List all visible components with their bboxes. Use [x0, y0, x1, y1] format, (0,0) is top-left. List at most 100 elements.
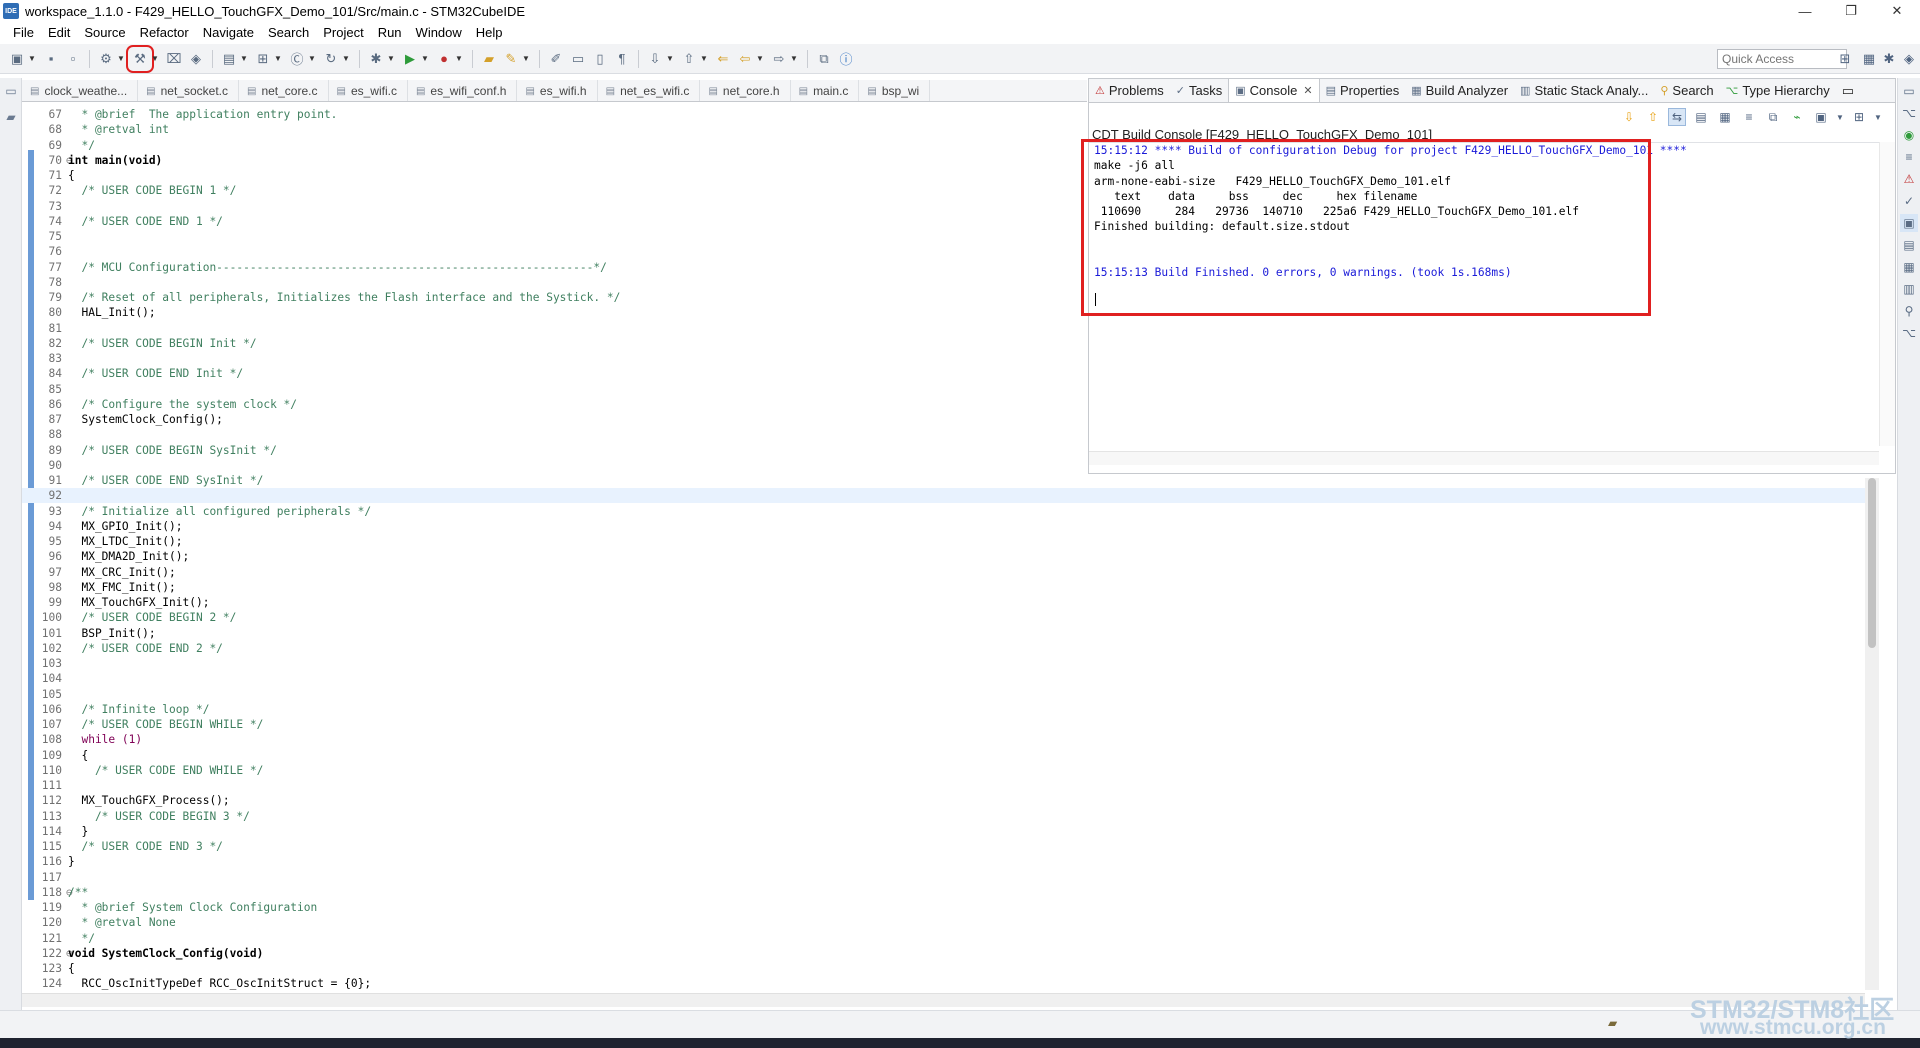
code-line[interactable]: 91 /* USER CODE END SysInit */	[22, 473, 1872, 488]
hammer-icon[interactable]: ⚒	[126, 44, 154, 73]
code-line[interactable]: 119 * @brief System Clock Configuration	[22, 900, 1872, 915]
code-line[interactable]: 110 /* USER CODE END WHILE */	[22, 763, 1872, 778]
minimize-button[interactable]: —	[1782, 0, 1828, 22]
display-console-icon[interactable]: ▣	[1812, 108, 1830, 126]
refresh-icon[interactable]: ↻	[322, 50, 340, 68]
tab-build-analyzer[interactable]: ▦ Build Analyzer	[1405, 79, 1514, 102]
menu-edit[interactable]: Edit	[41, 25, 77, 40]
restore-view-icon[interactable]: ▭	[2, 82, 20, 100]
clean-icon[interactable]: ⌧	[165, 50, 183, 68]
code-line[interactable]: 123 {	[22, 961, 1872, 976]
close-icon[interactable]: ✕	[1303, 84, 1312, 97]
refresh-dropdown-icon[interactable]: ▼	[342, 54, 350, 63]
tab-properties[interactable]: ▤ Properties	[1320, 79, 1406, 102]
save-icon[interactable]: ▪	[42, 50, 60, 68]
build-analyzer-icon[interactable]: ▦	[1900, 258, 1918, 276]
pin-console-icon[interactable]: ⌁	[1788, 108, 1806, 126]
forward-icon[interactable]: ⇨	[770, 50, 788, 68]
menu-navigate[interactable]: Navigate	[196, 25, 261, 40]
cxx-perspective-icon[interactable]: ▦	[1860, 50, 1878, 68]
open-perspective-icon[interactable]: ⊞	[1836, 50, 1854, 68]
tab-tasks[interactable]: ✓ Tasks	[1170, 79, 1228, 102]
open-folder-icon[interactable]: ▰	[480, 50, 498, 68]
console-horizontal-scrollbar[interactable]	[1089, 451, 1879, 465]
tasks-icon[interactable]: ✓	[1900, 192, 1918, 210]
toggle-breadcrumb-icon[interactable]: ▭	[569, 50, 587, 68]
close-button[interactable]: ✕	[1874, 0, 1920, 22]
stack-analyzer-icon[interactable]: ▥	[1900, 280, 1918, 298]
code-line[interactable]: 95 MX_LTDC_Init();	[22, 534, 1872, 549]
next-annotation-dropdown-icon[interactable]: ▼	[666, 54, 674, 63]
code-line[interactable]: 94 MX_GPIO_Init();	[22, 519, 1872, 534]
code-line[interactable]: 118 ⊖/**	[22, 885, 1872, 900]
code-line[interactable]: 93 /* Initialize all configured peripher…	[22, 504, 1872, 519]
menu-file[interactable]: File	[6, 25, 41, 40]
toggle-mark-icon[interactable]: ✐	[547, 50, 565, 68]
quick-access-input[interactable]	[1717, 49, 1847, 69]
menu-source[interactable]: Source	[77, 25, 132, 40]
previous-error-icon[interactable]: ⇧	[1644, 108, 1662, 126]
last-edit-icon[interactable]: ⇐	[714, 50, 732, 68]
tab-type-hierarchy[interactable]: ⌥ Type Hierarchy	[1720, 79, 1836, 102]
code-line[interactable]: 107 /* USER CODE BEGIN WHILE */	[22, 717, 1872, 732]
debug-dropdown-icon[interactable]: ▼	[387, 54, 395, 63]
forward-dropdown-icon[interactable]: ▼	[790, 54, 798, 63]
open-element-dropdown-icon[interactable]: ▼	[274, 54, 282, 63]
info-icon[interactable]: ⓘ	[837, 50, 855, 68]
menu-project[interactable]: Project	[316, 25, 370, 40]
code-line[interactable]: 98 MX_FMC_Init();	[22, 580, 1872, 595]
configurations-dropdown-icon[interactable]: ▼	[117, 54, 125, 63]
next-error-icon[interactable]: ⇩	[1620, 108, 1638, 126]
code-line[interactable]: 103	[22, 656, 1872, 671]
debug-icon[interactable]: ✱	[367, 50, 385, 68]
code-line[interactable]: 92	[22, 488, 1872, 504]
tab-static-stack-analyzer[interactable]: ▥ Static Stack Analy...	[1514, 79, 1654, 102]
code-line[interactable]: 100 /* USER CODE BEGIN 2 */	[22, 610, 1872, 625]
copy-build-log-icon[interactable]: ⧉	[1764, 108, 1782, 126]
tab-console[interactable]: ▣ Console ✕	[1228, 79, 1320, 102]
editor-tab-active[interactable]: ▤ main.c	[791, 80, 860, 101]
link-console-icon[interactable]: ⇆	[1668, 108, 1686, 126]
code-line[interactable]: 97 MX_CRC_Init();	[22, 565, 1872, 580]
code-line[interactable]: 112 MX_TouchGFX_Process();	[22, 793, 1872, 808]
code-line[interactable]: 116}	[22, 854, 1872, 869]
prev-annotation-icon[interactable]: ⇧	[680, 50, 698, 68]
tab-problems[interactable]: ⚠ Problems	[1089, 79, 1170, 102]
menu-search[interactable]: Search	[261, 25, 316, 40]
external-tools-dropdown-icon[interactable]: ▼	[455, 54, 463, 63]
new-class-icon[interactable]: Ⓒ	[288, 50, 306, 68]
new-class-dropdown-icon[interactable]: ▼	[308, 54, 316, 63]
problems-icon[interactable]: ⚠	[1900, 170, 1918, 188]
code-line[interactable]: 113 /* USER CODE BEGIN 3 */	[22, 809, 1872, 824]
back-dropdown-icon[interactable]: ▼	[756, 54, 764, 63]
search-view-icon[interactable]: ⚲	[1900, 302, 1918, 320]
minimize-view-button[interactable]: ▭	[1836, 79, 1860, 102]
editor-horizontal-scrollbar[interactable]	[22, 993, 1865, 1007]
editor-tab[interactable]: ▤ net_socket.c	[138, 80, 239, 101]
code-line[interactable]: 106 /* Infinite loop */	[22, 702, 1872, 717]
pin-editor-icon[interactable]: ⧉	[815, 50, 833, 68]
code-line[interactable]: 114 }	[22, 824, 1872, 839]
new-dropdown-icon[interactable]: ▼	[28, 54, 36, 63]
external-tools-icon[interactable]: ●	[435, 50, 453, 68]
code-line[interactable]: 105	[22, 687, 1872, 702]
open-console-icon[interactable]: ⊞	[1850, 108, 1868, 126]
code-line[interactable]: 121 */	[22, 931, 1872, 946]
word-wrap-icon[interactable]: ≡	[1740, 108, 1758, 126]
console-icon[interactable]: ▣	[1900, 214, 1918, 232]
device-perspective-icon[interactable]: ◈	[1900, 50, 1918, 68]
code-line[interactable]: 117	[22, 870, 1872, 885]
editor-tab[interactable]: ▤ net_core.h	[700, 80, 791, 101]
clear-console-icon[interactable]: ▦	[1716, 108, 1734, 126]
scroll-lock-icon[interactable]: ▤	[1692, 108, 1710, 126]
code-line[interactable]: 109 {	[22, 748, 1872, 763]
editor-tab[interactable]: ▤ es_wifi_conf.h	[408, 80, 518, 101]
code-line[interactable]: 108 while (1)	[22, 732, 1872, 747]
restore-view-icon[interactable]: ▭	[1900, 82, 1918, 100]
editor-vertical-scrollbar[interactable]	[1865, 478, 1879, 990]
code-line[interactable]: 120 * @retval None	[22, 915, 1872, 930]
menu-refactor[interactable]: Refactor	[133, 25, 196, 40]
sfr-icon[interactable]: ≡	[1900, 148, 1918, 166]
editor-tab[interactable]: ▤ net_es_wifi.c	[598, 80, 701, 101]
build-dropdown-icon[interactable]: ▼	[151, 54, 159, 63]
